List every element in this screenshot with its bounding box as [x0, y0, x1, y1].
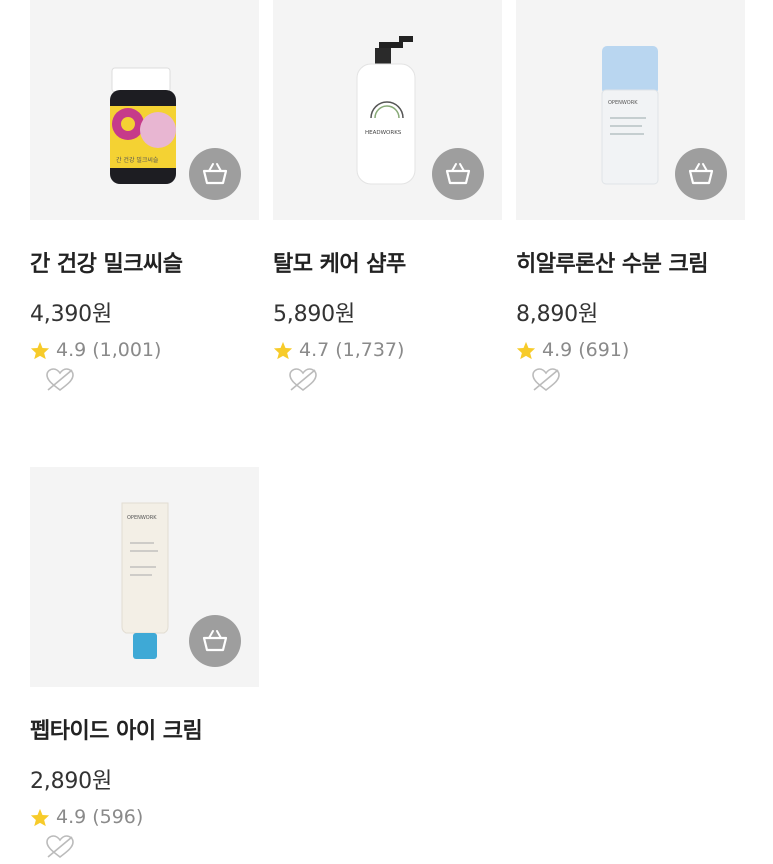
no-heart-icon [532, 368, 560, 392]
product-price: 8,890원 [516, 302, 599, 327]
product-rating: 4.7 (1,737) [273, 339, 502, 361]
product-rating: 4.9 (691) [516, 339, 745, 361]
bottle-label-text: 간 건강 밀크씨슬 [116, 156, 159, 164]
product-rating: 4.9 (596) [30, 806, 259, 828]
product-card[interactable]: 간 건강 밀크씨슬 간 건강 밀크씨슬 4,390원 4.9 (1,001) [30, 0, 259, 397]
no-like-indicator[interactable] [30, 367, 259, 397]
product-image[interactable]: OPENWORK [516, 0, 745, 220]
product-price: 2,890원 [30, 769, 113, 794]
add-to-cart-button[interactable] [675, 148, 727, 200]
product-name[interactable]: 탈모 케어 샴푸 [273, 246, 502, 278]
rating-value: 4.9 [56, 806, 87, 828]
product-price: 5,890원 [273, 302, 356, 327]
rating-value: 4.9 [542, 339, 573, 361]
review-count: (1,737) [335, 339, 405, 361]
tube-label-text: OPENWORK [608, 100, 638, 106]
rating-value: 4.7 [299, 339, 330, 361]
tube-label-text: OPENWORK [127, 515, 157, 521]
star-icon [30, 341, 50, 360]
no-like-indicator[interactable] [30, 834, 259, 864]
product-image[interactable]: 간 건강 밀크씨슬 [30, 0, 259, 220]
product-name[interactable]: 간 건강 밀크씨슬 [30, 246, 259, 278]
no-like-indicator[interactable] [273, 367, 502, 397]
add-to-cart-button[interactable] [189, 148, 241, 200]
product-card[interactable]: HEADWORKS 탈모 케어 샴푸 5,890원 4.7 (1,737) [273, 0, 502, 397]
rating-value: 4.9 [56, 339, 87, 361]
shopping-basket-icon [688, 163, 714, 185]
no-heart-icon [289, 368, 317, 392]
shopping-basket-icon [202, 163, 228, 185]
product-card[interactable]: OPENWORK 히알루론산 수분 크림 8,890원 4.9 (691) [516, 0, 745, 397]
product-name[interactable]: 펩타이드 아이 크림 [30, 713, 259, 745]
shopping-basket-icon [202, 630, 228, 652]
review-count: (596) [92, 806, 144, 828]
no-heart-icon [46, 368, 74, 392]
review-count: (691) [578, 339, 630, 361]
no-like-indicator[interactable] [516, 367, 745, 397]
no-heart-icon [46, 835, 74, 859]
star-icon [273, 341, 293, 360]
product-image[interactable]: HEADWORKS [273, 0, 502, 220]
product-card[interactable]: OPENWORK 펩타이드 아이 크림 2,890원 4.9 (596) [30, 467, 259, 864]
product-image[interactable]: OPENWORK [30, 467, 259, 687]
star-icon [30, 808, 50, 827]
star-icon [516, 341, 536, 360]
shopping-basket-icon [445, 163, 471, 185]
bottle-label-text: HEADWORKS [365, 130, 402, 136]
product-rating: 4.9 (1,001) [30, 339, 259, 361]
review-count: (1,001) [92, 339, 162, 361]
add-to-cart-button[interactable] [189, 615, 241, 667]
add-to-cart-button[interactable] [432, 148, 484, 200]
product-name[interactable]: 히알루론산 수분 크림 [516, 246, 745, 278]
product-price: 4,390원 [30, 302, 113, 327]
